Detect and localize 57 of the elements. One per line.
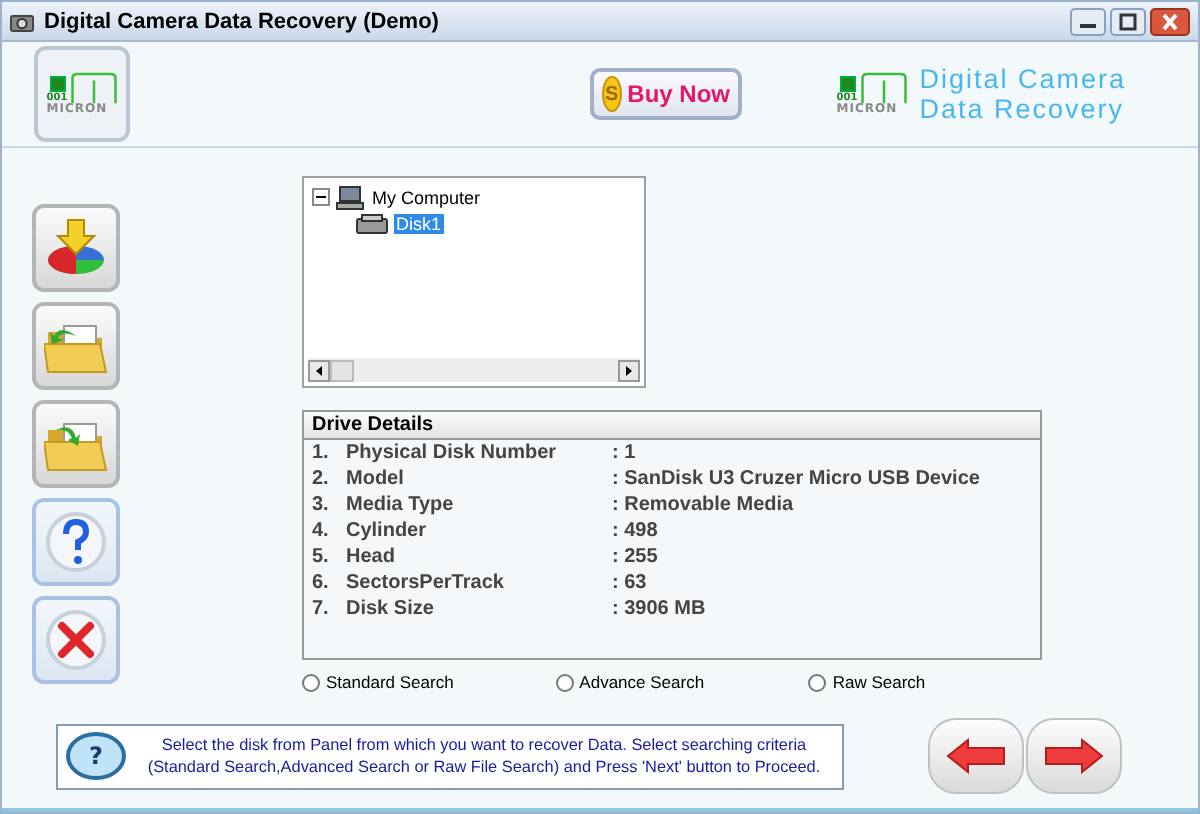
detail-value: : Removable Media <box>612 494 794 516</box>
search-option[interactable]: Raw Search <box>808 672 1063 692</box>
minimize-icon[interactable] <box>1070 7 1106 35</box>
product-name: Digital Camera <box>919 64 1126 94</box>
computer-icon <box>336 185 364 209</box>
detail-label: Media Type <box>346 494 456 516</box>
detail-label: Physical Disk Number <box>346 442 559 464</box>
product-name: Data Recovery <box>919 94 1126 124</box>
search-option[interactable]: Standard Search <box>302 672 556 692</box>
help-bubble-icon: ? <box>66 732 126 780</box>
maximize-icon[interactable] <box>1110 7 1146 35</box>
detail-label: Model <box>346 468 406 490</box>
tree-item[interactable]: Disk1 <box>394 213 444 233</box>
buy-now-button[interactable]: S Buy Now <box>590 68 742 120</box>
collapse-icon[interactable] <box>312 188 330 206</box>
right-arrow-icon <box>1044 738 1104 774</box>
help-button[interactable] <box>32 498 120 586</box>
row-number: 4. <box>310 520 331 542</box>
drive-icon <box>356 213 388 233</box>
chip-icon <box>839 76 855 92</box>
detail-label: SectorsPerTrack <box>346 572 506 594</box>
detail-label: Disk Size <box>346 598 436 620</box>
logo-mark-icon <box>859 72 908 104</box>
left-arrow-icon <box>946 738 1006 774</box>
scroll-thumb[interactable] <box>330 359 354 381</box>
save-button[interactable] <box>32 400 120 488</box>
row-number: 6. <box>310 572 331 594</box>
chip-icon <box>49 76 65 92</box>
row-number: 2. <box>310 468 331 490</box>
horizontal-scrollbar[interactable] <box>308 358 640 382</box>
detail-value: : 498 <box>612 520 658 542</box>
detail-label: Head <box>346 546 397 568</box>
tree-item[interactable]: My Computer <box>370 187 483 207</box>
back-button[interactable] <box>928 718 1024 794</box>
hint-text: Select the disk from Panel from which you want to recover Data. Select searching criteria (Standard Search,Advanced Search or Raw File Search) and Press 'Next' button to Proceed. <box>145 734 823 778</box>
detail-value: : 1 <box>612 442 636 464</box>
detail-value: : 255 <box>612 546 658 568</box>
exit-button[interactable] <box>32 596 120 684</box>
detail-value: : 3906 MB <box>612 598 706 620</box>
close-icon[interactable] <box>1150 7 1190 35</box>
disk-button[interactable] <box>32 204 120 292</box>
row-number: 5. <box>310 546 331 568</box>
detail-label: Cylinder <box>346 520 429 542</box>
window-title: Digital Camera Data Recovery (Demo) <box>44 9 439 33</box>
row-number: 7. <box>310 598 331 620</box>
camera-icon <box>10 11 34 31</box>
next-button[interactable] <box>1026 718 1122 794</box>
search-option[interactable]: Advance Search <box>555 672 809 692</box>
logo-mark-icon <box>69 72 118 104</box>
panel-title: Drive Details <box>304 412 1040 440</box>
detail-value: : SanDisk U3 Cruzer Micro USB Device <box>612 468 980 490</box>
scroll-right-icon[interactable] <box>618 359 640 381</box>
scroll-left-icon[interactable] <box>308 359 330 381</box>
row-number: 3. <box>310 494 331 516</box>
detail-value: : 63 <box>612 572 647 594</box>
row-number: 1. <box>310 442 331 464</box>
open-button[interactable] <box>32 302 120 390</box>
